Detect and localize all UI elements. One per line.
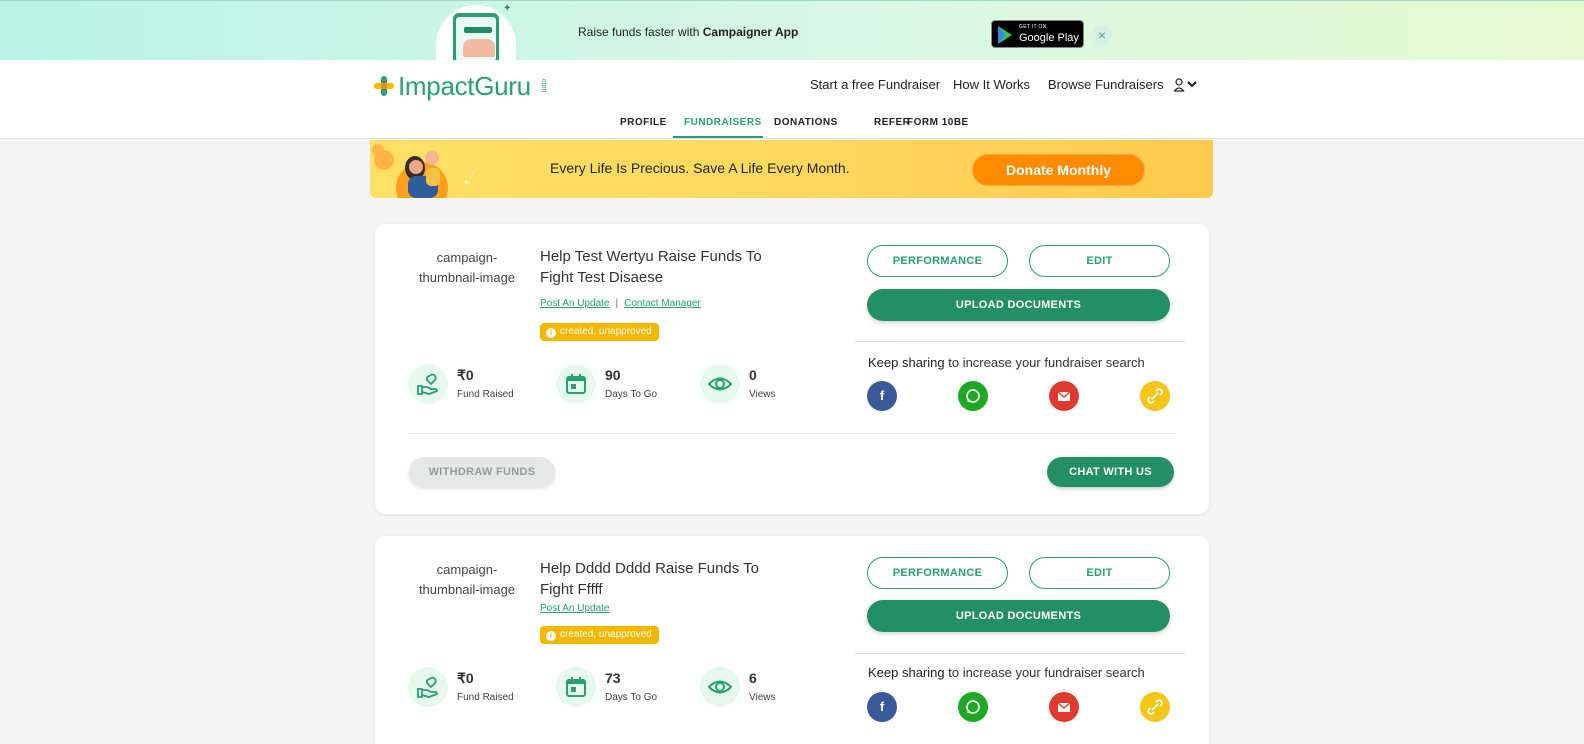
upload-documents-button[interactable]: UPLOAD DOCUMENTS bbox=[867, 600, 1170, 632]
performance-button[interactable]: PERFORMANCE bbox=[867, 245, 1008, 277]
performance-button[interactable]: PERFORMANCE bbox=[867, 557, 1008, 589]
active-tab-indicator bbox=[673, 136, 763, 138]
fundraiser-card: campaign-thumbnail-image Help Dddd Dddd … bbox=[375, 536, 1209, 744]
info-icon: i bbox=[546, 631, 556, 641]
mother-child-illustration: ✦ ✦ bbox=[372, 144, 476, 198]
divider bbox=[855, 653, 1185, 654]
campaign-thumbnail-image: campaign-thumbnail-image bbox=[418, 562, 516, 597]
tab-fundraisers[interactable]: FUNDRAISERS bbox=[684, 117, 762, 128]
email-share-icon[interactable] bbox=[1049, 381, 1079, 411]
tab-profile[interactable]: PROFILE bbox=[620, 117, 667, 128]
hand-heart-icon bbox=[408, 667, 448, 707]
calendar-icon bbox=[556, 667, 596, 707]
status-badge: i created, unapproved bbox=[540, 626, 659, 644]
post-update-link[interactable]: Post An Update bbox=[540, 603, 610, 614]
app-banner-text: Raise funds faster with Campaigner App bbox=[578, 25, 799, 39]
eye-icon bbox=[700, 364, 740, 404]
divider bbox=[855, 341, 1185, 342]
copy-link-icon[interactable] bbox=[1140, 381, 1170, 411]
link-separator: | bbox=[615, 298, 619, 309]
whatsapp-share-icon[interactable] bbox=[958, 381, 988, 411]
whatsapp-share-icon[interactable] bbox=[958, 692, 988, 722]
campaign-title[interactable]: Help Dddd Dddd Raise Funds To Fight Ffff… bbox=[540, 558, 780, 600]
promo-text: Every Life Is Precious. Save A Life Ever… bbox=[550, 160, 850, 176]
share-prompt: Keep sharing to increase your fundraiser… bbox=[868, 355, 1145, 370]
campaign-links: Post An Update bbox=[540, 603, 610, 614]
share-prompt: Keep sharing to increase your fundraiser… bbox=[868, 665, 1145, 680]
nav-start-fundraiser[interactable]: Start a free Fundraiser bbox=[810, 77, 940, 92]
tab-refer[interactable]: REFER bbox=[874, 117, 910, 128]
campaign-title[interactable]: Help Test Wertyu Raise Funds To Fight Te… bbox=[540, 246, 780, 288]
svg-text:✦: ✦ bbox=[470, 170, 476, 178]
nav-browse-fundraisers[interactable]: Browse Fundraisers bbox=[1048, 77, 1164, 92]
nav-how-it-works[interactable]: How It Works bbox=[953, 77, 1030, 92]
svg-text:✦: ✦ bbox=[462, 178, 470, 189]
post-update-link[interactable]: Post An Update bbox=[540, 298, 610, 309]
withdraw-funds-button[interactable]: WITHDRAW FUNDS bbox=[409, 457, 555, 487]
info-icon: i bbox=[546, 328, 556, 338]
contact-manager-link[interactable]: Contact Manager bbox=[624, 298, 701, 309]
user-menu-icon[interactable] bbox=[1173, 78, 1198, 92]
facebook-share-icon[interactable]: f bbox=[867, 381, 897, 411]
upload-documents-button[interactable]: UPLOAD DOCUMENTS bbox=[867, 289, 1170, 321]
site-header: ImpactGuru .com Start a free Fundraiser … bbox=[0, 60, 1584, 139]
sparkle-icon: ✦ bbox=[503, 3, 512, 14]
close-icon[interactable]: × bbox=[1092, 25, 1112, 45]
status-badge: i created, unapproved bbox=[540, 323, 659, 341]
eye-icon bbox=[700, 667, 740, 707]
chat-with-us-button[interactable]: CHAT WITH US bbox=[1047, 457, 1174, 487]
tab-donations[interactable]: DONATIONS bbox=[774, 117, 838, 128]
tab-form-10be[interactable]: FORM 10BE bbox=[907, 117, 969, 128]
donate-monthly-button[interactable]: Donate Monthly bbox=[972, 154, 1145, 186]
card-divider bbox=[408, 433, 1176, 434]
hand-heart-icon bbox=[408, 364, 448, 404]
copy-link-icon[interactable] bbox=[1140, 692, 1170, 722]
edit-button[interactable]: EDIT bbox=[1029, 245, 1170, 277]
edit-button[interactable]: EDIT bbox=[1029, 557, 1170, 589]
campaign-thumbnail-image: campaign-thumbnail-image bbox=[418, 250, 516, 285]
app-download-banner: ✦ Raise funds faster with Campaigner App… bbox=[0, 0, 1584, 61]
campaign-links: Post An Update | Contact Manager bbox=[540, 298, 701, 309]
google-play-button[interactable]: GET IT ON Google Play bbox=[991, 20, 1084, 48]
calendar-icon bbox=[556, 364, 596, 404]
logo-plus-icon bbox=[374, 76, 394, 96]
facebook-share-icon[interactable]: f bbox=[867, 692, 897, 722]
email-share-icon[interactable] bbox=[1049, 692, 1079, 722]
fundraiser-card: campaign-thumbnail-image Help Test Werty… bbox=[375, 224, 1209, 514]
